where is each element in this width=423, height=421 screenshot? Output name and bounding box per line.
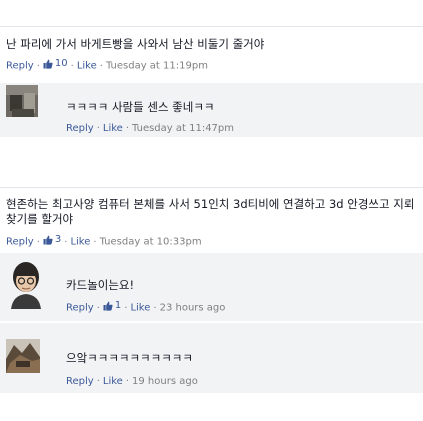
- like-link[interactable]: Like: [77, 61, 97, 72]
- like-count[interactable]: 3: [43, 234, 61, 245]
- reply-link[interactable]: Reply: [66, 303, 94, 314]
- like-link[interactable]: Like: [130, 303, 150, 314]
- profile-photo-icon: [6, 85, 38, 117]
- like-count-number: 10: [54, 58, 68, 69]
- comment-meta: Reply · 3 · Like · Tuesday at 10:33pm: [6, 234, 202, 248]
- reply-meta: Reply · 1 · Like · 23 hours ago: [66, 300, 226, 314]
- separator-middle: [0, 187, 423, 188]
- reply-item: ㅋㅋㅋㅋ 사람들 센스 좋네ㅋㅋ Reply · Like · Tuesday at 1…: [0, 83, 423, 137]
- separator-top: [0, 26, 423, 27]
- comment-text: 현존하는 최고사양 컴퓨터 본체를 사서 51인치 3d티비에 연결하고 3d …: [6, 197, 415, 226]
- reply-text: 카드놀이는요!: [66, 278, 135, 292]
- like-count-number: 3: [54, 234, 62, 245]
- thumbs-up-icon: [103, 301, 113, 311]
- reply-meta: Reply · Like · Tuesday at 11:47pm: [66, 123, 235, 134]
- comment-text: 난 파리에 가서 바게트빵을 사와서 남산 비둘기 줄거야: [6, 37, 265, 51]
- reply-link[interactable]: Reply: [66, 123, 94, 134]
- like-count-number: 1: [114, 300, 122, 311]
- reply-link[interactable]: Reply: [6, 237, 34, 248]
- like-link[interactable]: Like: [103, 123, 123, 134]
- timestamp: Tuesday at 11:47pm: [132, 123, 235, 134]
- reply-item: 으앜ㅋㅋㅋㅋㅋㅋㅋㅋㅋㅋ Reply · Like · 19 hours ago: [0, 323, 423, 393]
- like-count[interactable]: 1: [103, 300, 121, 311]
- timestamp: Tuesday at 11:19pm: [105, 60, 208, 72]
- avatar[interactable]: [6, 85, 38, 117]
- avatar[interactable]: [6, 339, 40, 373]
- profile-photo-icon: [9, 259, 43, 309]
- thumbs-up-icon: [43, 59, 53, 69]
- like-count[interactable]: 10: [43, 58, 68, 69]
- like-link[interactable]: Like: [70, 237, 90, 248]
- timestamp: Tuesday at 10:33pm: [99, 236, 202, 248]
- avatar[interactable]: [9, 259, 43, 309]
- reply-meta: Reply · Like · 19 hours ago: [66, 376, 198, 387]
- timestamp: 19 hours ago: [132, 376, 198, 387]
- like-link[interactable]: Like: [103, 376, 123, 387]
- reply-link[interactable]: Reply: [66, 376, 94, 387]
- reply-text: 으앜ㅋㅋㅋㅋㅋㅋㅋㅋㅋㅋ: [66, 351, 193, 365]
- reply-item: 카드놀이는요! Reply · 1 · Like · 23 hours ago: [0, 253, 423, 321]
- reply-text: ㅋㅋㅋㅋ 사람들 센스 좋네ㅋㅋ: [66, 100, 215, 114]
- comment-meta: Reply · 10 · Like · Tuesday at 11:19pm: [6, 58, 208, 72]
- reply-link[interactable]: Reply: [6, 61, 34, 72]
- profile-photo-icon: [6, 339, 40, 373]
- timestamp: 23 hours ago: [159, 302, 226, 314]
- thumbs-up-icon: [43, 235, 53, 245]
